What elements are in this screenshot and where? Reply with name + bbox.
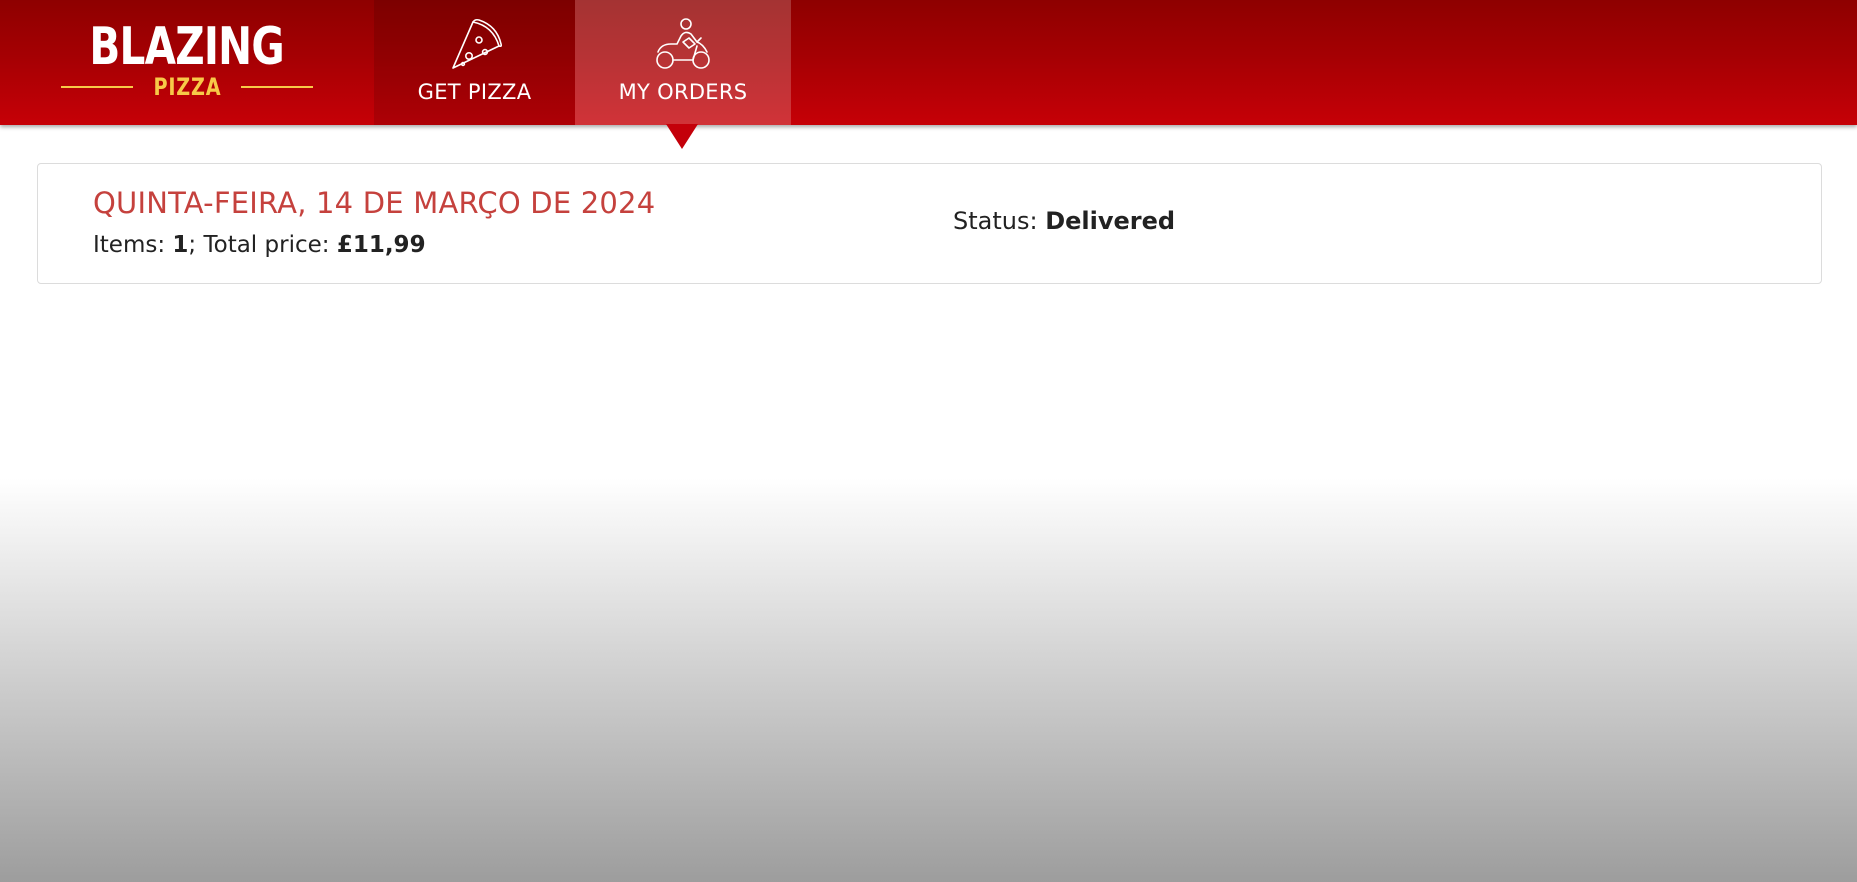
brand-sub: PIZZA <box>153 72 221 101</box>
order-status: Status: Delivered <box>953 207 1175 235</box>
nav-tab-label: GET PIZZA <box>417 80 532 104</box>
brand-logo[interactable]: BLAZING PIZZA <box>0 0 374 125</box>
order-date: QUINTA-FEIRA, 14 DE MARÇO DE 2024 <box>93 186 656 220</box>
brand-name: BLAZING <box>89 16 285 77</box>
top-bar: BLAZING PIZZA GET PIZZA MY ORDERS <box>0 0 1857 125</box>
total-label: Total price: <box>203 232 337 258</box>
items-label: Items: <box>93 232 173 258</box>
pizza-slice-icon <box>451 18 502 69</box>
summary-separator: ; <box>188 232 204 258</box>
order-summary: Items: 1; Total price: £11,99 <box>93 232 426 258</box>
nav-tab-label: MY ORDERS <box>618 80 748 104</box>
delivery-scooter-icon <box>656 18 710 69</box>
logo-divider-right <box>241 85 314 88</box>
brand-sub-row: PIZZA <box>60 72 314 101</box>
nav-tab-my-orders[interactable]: MY ORDERS <box>575 0 791 125</box>
active-tab-caret <box>666 124 698 149</box>
nav-tab-get-pizza[interactable]: GET PIZZA <box>374 0 575 125</box>
status-label: Status: <box>953 207 1046 235</box>
status-value: Delivered <box>1045 207 1176 235</box>
items-count: 1 <box>172 232 189 258</box>
order-card[interactable]: QUINTA-FEIRA, 14 DE MARÇO DE 2024 Items:… <box>37 163 1822 284</box>
logo-divider-left <box>60 85 133 88</box>
total-price: £11,99 <box>336 232 426 258</box>
